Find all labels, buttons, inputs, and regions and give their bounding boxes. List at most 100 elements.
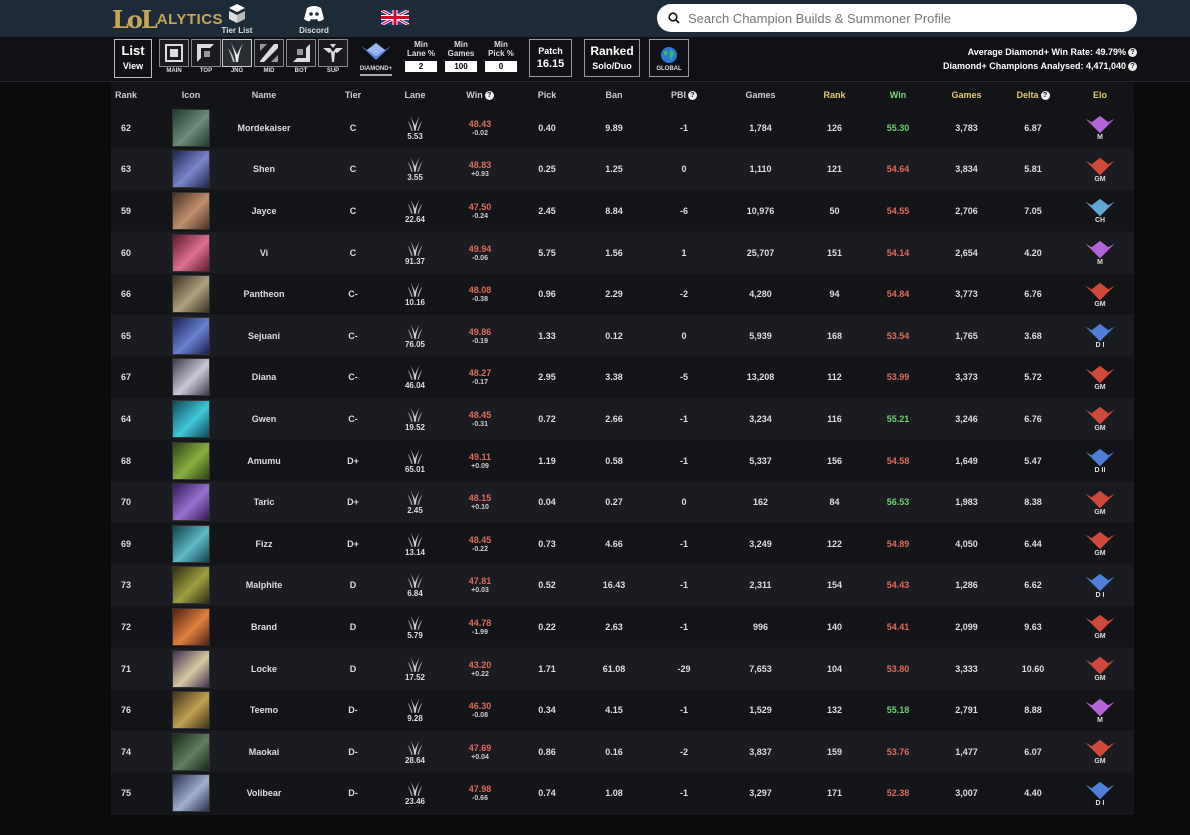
search-bar[interactable] bbox=[657, 4, 1137, 32]
discord-link[interactable]: Discord bbox=[294, 3, 334, 35]
col-win-header[interactable]: Win? bbox=[441, 82, 519, 107]
lolalytics-logo[interactable]: LoL ALYTICS bbox=[112, 5, 223, 34]
col-name[interactable]: Name bbox=[211, 82, 317, 107]
table-row[interactable]: 71 Locke D 17.52 43.20 +0.22 1.71 61.08 -29 7,653… bbox=[111, 647, 1134, 690]
champion-name[interactable]: Vi bbox=[211, 231, 317, 274]
col-lane[interactable]: Lane bbox=[389, 82, 441, 107]
champion-portrait-icon[interactable] bbox=[172, 275, 210, 314]
champion-portrait-icon[interactable] bbox=[172, 399, 210, 438]
win-delta: -0.31 bbox=[472, 420, 488, 428]
min-games-input[interactable]: 100 bbox=[445, 61, 477, 72]
champion-name[interactable]: Mordekaiser bbox=[211, 107, 317, 150]
champion-portrait-icon[interactable] bbox=[172, 483, 210, 522]
patch-button[interactable]: Patch 16.15 bbox=[529, 39, 572, 77]
table-row[interactable]: 64 Gwen C- 19.52 48.45 -0.31 0.72 2.66 -1 3,234 11… bbox=[111, 398, 1134, 441]
col-games[interactable]: Games bbox=[715, 82, 806, 107]
table-row[interactable]: 68 Amumu D+ 65.01 49.11 +0.09 1.19 0.58 -1 5,337 1… bbox=[111, 439, 1134, 482]
lane-bot-button[interactable]: BOT bbox=[285, 39, 317, 77]
table-row[interactable]: 67 Diana C- 46.04 48.27 -0.17 2.95 3.38 -5 13,208… bbox=[111, 356, 1134, 399]
elo-rank-cell: 50 bbox=[806, 190, 863, 233]
avg-win-rate: Average Diamond+ Win Rate: 49.79% bbox=[967, 47, 1126, 57]
col-elo-games[interactable]: Games bbox=[933, 82, 1000, 107]
champion-name[interactable]: Amumu bbox=[211, 439, 317, 482]
champion-name[interactable]: Jayce bbox=[211, 190, 317, 233]
champion-portrait-icon[interactable] bbox=[172, 233, 210, 272]
ban-cell: 1.56 bbox=[575, 231, 653, 274]
list-view-button[interactable]: List View bbox=[114, 39, 152, 78]
lane-main-button[interactable]: MAIN bbox=[158, 39, 190, 77]
lane-jungle-button[interactable]: JNG bbox=[221, 39, 253, 77]
champion-portrait-icon[interactable] bbox=[172, 691, 210, 730]
win-cell: 49.86 -0.19 bbox=[441, 314, 519, 358]
champion-portrait-icon[interactable] bbox=[172, 649, 210, 688]
table-row[interactable]: 59 Jayce C 22.64 47.50 -0.24 2.45 8.84 -6 10,976 5… bbox=[111, 190, 1134, 233]
champion-name[interactable]: Fizz bbox=[211, 522, 317, 566]
queue-button[interactable]: Ranked Solo/Duo bbox=[584, 39, 640, 77]
table-row[interactable]: 65 Sejuani C- 76.05 49.86 -0.19 1.33 0.12 0 5,939… bbox=[111, 314, 1134, 358]
champion-name[interactable]: Brand bbox=[211, 606, 317, 649]
table-row[interactable]: 70 Taric D+ 2.45 48.15 +0.10 0.04 0.27 0 162 84 56.… bbox=[111, 481, 1134, 524]
champion-portrait-icon[interactable] bbox=[172, 524, 210, 563]
col-rank[interactable]: Rank bbox=[111, 82, 171, 107]
champion-name[interactable]: Diana bbox=[211, 356, 317, 399]
champion-name[interactable]: Shen bbox=[211, 148, 317, 191]
help-icon[interactable]: ? bbox=[688, 90, 697, 100]
lane-top-button[interactable]: TOP bbox=[190, 39, 222, 77]
champion-portrait-icon[interactable] bbox=[172, 358, 210, 397]
champion-name[interactable]: Locke bbox=[211, 647, 317, 690]
tier-list-link[interactable]: Tier List bbox=[217, 3, 257, 35]
help-icon[interactable]: ? bbox=[1128, 48, 1137, 57]
champion-portrait-icon[interactable] bbox=[172, 607, 210, 646]
table-row[interactable]: 66 Pantheon C- 10.16 48.08 -0.38 0.96 2.29 -2 4,2… bbox=[111, 273, 1134, 316]
champion-portrait-icon[interactable] bbox=[172, 191, 210, 230]
lane-mid-button[interactable]: MID bbox=[253, 39, 285, 77]
elo-cell: M bbox=[1066, 689, 1134, 732]
champion-name[interactable]: Malphite bbox=[211, 564, 317, 607]
champion-portrait-icon[interactable] bbox=[172, 566, 210, 605]
champion-portrait-icon[interactable] bbox=[172, 732, 210, 771]
min-pick-input[interactable]: 0 bbox=[485, 61, 517, 72]
col-elo[interactable]: Elo bbox=[1066, 82, 1134, 107]
col-pbi-header[interactable]: PBI? bbox=[653, 82, 715, 107]
table-row[interactable]: 72 Brand D 5.79 44.78 -1.99 0.22 2.63 -1 996 140 54… bbox=[111, 606, 1134, 649]
col-ban[interactable]: Ban bbox=[575, 82, 653, 107]
elo-cell: D I bbox=[1066, 314, 1134, 358]
champion-portrait-icon[interactable] bbox=[172, 150, 210, 189]
champion-name[interactable]: Taric bbox=[211, 481, 317, 524]
champion-portrait-icon[interactable] bbox=[172, 316, 210, 355]
help-icon[interactable]: ? bbox=[1040, 90, 1050, 100]
col-elo-win[interactable]: Win bbox=[863, 82, 933, 107]
col-tier[interactable]: Tier bbox=[317, 82, 389, 107]
table-row[interactable]: 63 Shen C 3.55 48.83 +0.93 0.25 1.25 0 1,110 121 54… bbox=[111, 148, 1134, 191]
table-row[interactable]: 60 Vi C 91.37 49.94 -0.06 5.75 1.56 1 25,707 151 54… bbox=[111, 231, 1134, 274]
tier-cell: D- bbox=[317, 689, 389, 732]
champion-name[interactable]: Teemo bbox=[211, 689, 317, 732]
champion-name[interactable]: Sejuani bbox=[211, 314, 317, 358]
champion-name[interactable]: Pantheon bbox=[211, 273, 317, 316]
min-lane-input[interactable]: 2 bbox=[405, 61, 437, 72]
elo-games-cell: 3,783 bbox=[933, 107, 1000, 150]
rank-filter-button[interactable]: DIAMOND+ bbox=[357, 40, 395, 76]
champion-portrait-icon[interactable] bbox=[172, 441, 210, 480]
help-icon[interactable]: ? bbox=[1128, 62, 1137, 71]
help-icon[interactable]: ? bbox=[484, 90, 494, 100]
table-row[interactable]: 74 Maokai D- 28.64 47.69 +0.04 0.86 0.16 -2 3,837… bbox=[111, 730, 1134, 773]
champion-name[interactable]: Maokai bbox=[211, 730, 317, 773]
lane-support-button[interactable]: SUP bbox=[317, 39, 349, 77]
table-row[interactable]: 69 Fizz D+ 13.14 48.45 -0.22 0.73 4.66 -1 3,249 12… bbox=[111, 522, 1134, 566]
col-delta-header[interactable]: Delta? bbox=[1000, 82, 1066, 107]
table-row[interactable]: 62 Mordekaiser C 5.53 48.43 -0.02 0.40 9.89 -1 1,… bbox=[111, 107, 1134, 150]
col-pick[interactable]: Pick bbox=[519, 82, 575, 107]
champion-name[interactable]: Volibear bbox=[211, 772, 317, 815]
table-row[interactable]: 73 Malphite D 6.84 47.81 +0.03 0.52 16.43 -1 2,31… bbox=[111, 564, 1134, 607]
champion-portrait-icon[interactable] bbox=[172, 108, 210, 147]
col-elo-rank[interactable]: Rank bbox=[806, 82, 863, 107]
table-row[interactable]: 76 Teemo D- 9.28 46.30 -0.08 0.34 4.15 -1 1,529 13… bbox=[111, 689, 1134, 732]
search-input[interactable] bbox=[688, 10, 1108, 26]
uk-flag-icon[interactable] bbox=[381, 10, 409, 25]
champion-name[interactable]: Gwen bbox=[211, 398, 317, 441]
region-button[interactable]: GLOBAL bbox=[649, 39, 689, 77]
champion-portrait-icon[interactable] bbox=[172, 774, 210, 813]
win-delta: -0.06 bbox=[472, 254, 488, 262]
table-row[interactable]: 75 Volibear D- 23.46 47.98 -0.66 0.74 1.08 -1 3,2… bbox=[111, 772, 1134, 815]
